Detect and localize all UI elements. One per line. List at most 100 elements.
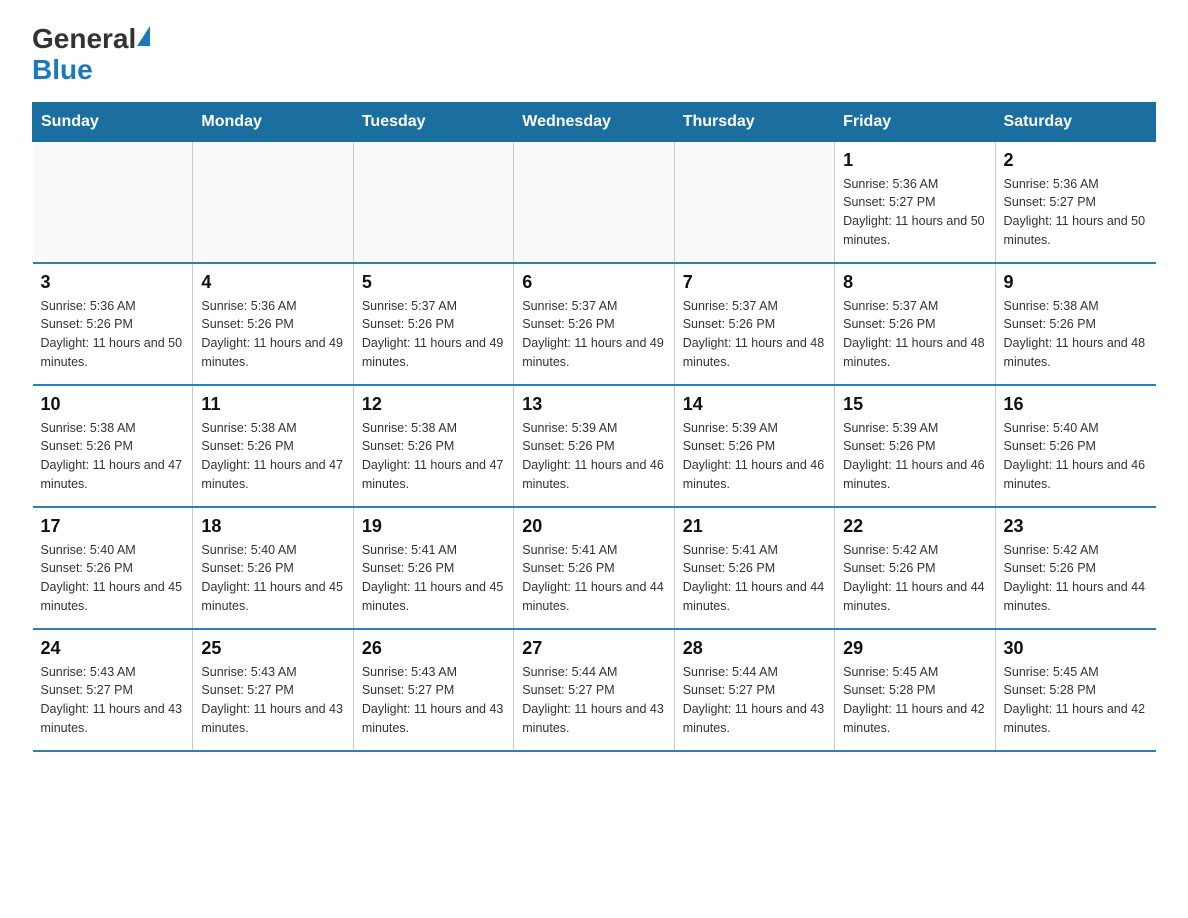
calendar-day-cell: 17 Sunrise: 5:40 AMSunset: 5:26 PMDayligh… [33,507,193,629]
calendar-day-cell: 16 Sunrise: 5:40 AMSunset: 5:26 PMDayligh… [995,385,1155,507]
calendar-day-cell: 19 Sunrise: 5:41 AMSunset: 5:26 PMDayligh… [353,507,513,629]
logo-triangle-icon [137,26,150,46]
day-info: Sunrise: 5:43 AMSunset: 5:27 PMDaylight:… [41,663,185,738]
day-info: Sunrise: 5:39 AMSunset: 5:26 PMDaylight:… [843,419,986,494]
calendar-day-cell: 14 Sunrise: 5:39 AMSunset: 5:26 PMDayligh… [674,385,834,507]
day-number: 22 [843,516,986,537]
day-info: Sunrise: 5:37 AMSunset: 5:26 PMDaylight:… [522,297,665,372]
calendar-day-cell [33,141,193,263]
day-info: Sunrise: 5:39 AMSunset: 5:26 PMDaylight:… [683,419,826,494]
calendar-day-cell: 28 Sunrise: 5:44 AMSunset: 5:27 PMDayligh… [674,629,834,751]
calendar-column-header: Friday [835,102,995,141]
day-info: Sunrise: 5:41 AMSunset: 5:26 PMDaylight:… [522,541,665,616]
calendar-day-cell: 15 Sunrise: 5:39 AMSunset: 5:26 PMDayligh… [835,385,995,507]
day-number: 8 [843,272,986,293]
day-number: 11 [201,394,344,415]
day-number: 25 [201,638,344,659]
calendar-day-cell: 13 Sunrise: 5:39 AMSunset: 5:26 PMDayligh… [514,385,674,507]
day-info: Sunrise: 5:40 AMSunset: 5:26 PMDaylight:… [41,541,185,616]
calendar-body: 1 Sunrise: 5:36 AMSunset: 5:27 PMDaylight… [33,141,1156,751]
calendar-day-cell [674,141,834,263]
day-info: Sunrise: 5:36 AMSunset: 5:27 PMDaylight:… [1004,175,1148,250]
calendar-day-cell: 18 Sunrise: 5:40 AMSunset: 5:26 PMDayligh… [193,507,353,629]
day-info: Sunrise: 5:42 AMSunset: 5:26 PMDaylight:… [1004,541,1148,616]
calendar-day-cell [193,141,353,263]
calendar-day-cell [514,141,674,263]
calendar-week-row: 3 Sunrise: 5:36 AMSunset: 5:26 PMDaylight… [33,263,1156,385]
calendar-day-cell: 12 Sunrise: 5:38 AMSunset: 5:26 PMDayligh… [353,385,513,507]
calendar-column-header: Monday [193,102,353,141]
day-number: 10 [41,394,185,415]
day-info: Sunrise: 5:38 AMSunset: 5:26 PMDaylight:… [201,419,344,494]
calendar-day-cell: 9 Sunrise: 5:38 AMSunset: 5:26 PMDaylight… [995,263,1155,385]
day-number: 26 [362,638,505,659]
day-number: 5 [362,272,505,293]
day-number: 7 [683,272,826,293]
calendar-day-cell: 25 Sunrise: 5:43 AMSunset: 5:27 PMDayligh… [193,629,353,751]
calendar-day-cell: 5 Sunrise: 5:37 AMSunset: 5:26 PMDaylight… [353,263,513,385]
calendar-table: SundayMondayTuesdayWednesdayThursdayFrid… [32,102,1156,752]
calendar-column-header: Thursday [674,102,834,141]
calendar-day-cell: 26Sunrise: 5:43 AMSunset: 5:27 PMDayligh… [353,629,513,751]
calendar-column-header: Wednesday [514,102,674,141]
day-info: Sunrise: 5:37 AMSunset: 5:26 PMDaylight:… [683,297,826,372]
day-info: Sunrise: 5:42 AMSunset: 5:26 PMDaylight:… [843,541,986,616]
calendar-day-cell: 22 Sunrise: 5:42 AMSunset: 5:26 PMDayligh… [835,507,995,629]
calendar-column-header: Tuesday [353,102,513,141]
calendar-day-cell: 3 Sunrise: 5:36 AMSunset: 5:26 PMDaylight… [33,263,193,385]
day-info: Sunrise: 5:36 AMSunset: 5:26 PMDaylight:… [41,297,185,372]
day-info: Sunrise: 5:41 AMSunset: 5:26 PMDaylight:… [362,541,505,616]
day-number: 2 [1004,150,1148,171]
day-info: Sunrise: 5:38 AMSunset: 5:26 PMDaylight:… [362,419,505,494]
day-number: 19 [362,516,505,537]
calendar-day-cell: 23 Sunrise: 5:42 AMSunset: 5:26 PMDayligh… [995,507,1155,629]
calendar-week-row: 1 Sunrise: 5:36 AMSunset: 5:27 PMDaylight… [33,141,1156,263]
calendar-day-cell [353,141,513,263]
day-number: 23 [1004,516,1148,537]
day-number: 6 [522,272,665,293]
calendar-day-cell: 6 Sunrise: 5:37 AMSunset: 5:26 PMDaylight… [514,263,674,385]
day-number: 16 [1004,394,1148,415]
day-number: 12 [362,394,505,415]
calendar-week-row: 17 Sunrise: 5:40 AMSunset: 5:26 PMDayligh… [33,507,1156,629]
day-number: 14 [683,394,826,415]
day-info: Sunrise: 5:40 AMSunset: 5:26 PMDaylight:… [201,541,344,616]
day-info: Sunrise: 5:44 AMSunset: 5:27 PMDaylight:… [522,663,665,738]
day-number: 3 [41,272,185,293]
day-number: 4 [201,272,344,293]
day-number: 27 [522,638,665,659]
calendar-day-cell: 4Sunrise: 5:36 AMSunset: 5:26 PMDaylight… [193,263,353,385]
day-info: Sunrise: 5:43 AMSunset: 5:27 PMDaylight:… [201,663,344,738]
page-header: General Blue [32,24,1156,86]
calendar-week-row: 24 Sunrise: 5:43 AMSunset: 5:27 PMDayligh… [33,629,1156,751]
day-number: 1 [843,150,986,171]
calendar-day-cell: 7 Sunrise: 5:37 AMSunset: 5:26 PMDaylight… [674,263,834,385]
day-number: 20 [522,516,665,537]
calendar-day-cell: 10Sunrise: 5:38 AMSunset: 5:26 PMDayligh… [33,385,193,507]
day-number: 9 [1004,272,1148,293]
calendar-day-cell: 11 Sunrise: 5:38 AMSunset: 5:26 PMDayligh… [193,385,353,507]
day-number: 13 [522,394,665,415]
day-info: Sunrise: 5:39 AMSunset: 5:26 PMDaylight:… [522,419,665,494]
day-info: Sunrise: 5:36 AMSunset: 5:27 PMDaylight:… [843,175,986,250]
day-number: 18 [201,516,344,537]
day-number: 15 [843,394,986,415]
calendar-day-cell: 27 Sunrise: 5:44 AMSunset: 5:27 PMDayligh… [514,629,674,751]
calendar-column-header: Saturday [995,102,1155,141]
day-number: 17 [41,516,185,537]
day-info: Sunrise: 5:37 AMSunset: 5:26 PMDaylight:… [362,297,505,372]
calendar-column-header: Sunday [33,102,193,141]
logo-blue-text: Blue [32,54,93,85]
logo: General Blue [32,24,150,86]
day-number: 24 [41,638,185,659]
day-info: Sunrise: 5:37 AMSunset: 5:26 PMDaylight:… [843,297,986,372]
calendar-header: SundayMondayTuesdayWednesdayThursdayFrid… [33,102,1156,141]
day-info: Sunrise: 5:45 AMSunset: 5:28 PMDaylight:… [1004,663,1148,738]
calendar-day-cell: 1 Sunrise: 5:36 AMSunset: 5:27 PMDaylight… [835,141,995,263]
day-info: Sunrise: 5:40 AMSunset: 5:26 PMDaylight:… [1004,419,1148,494]
day-info: Sunrise: 5:41 AMSunset: 5:26 PMDaylight:… [683,541,826,616]
day-number: 28 [683,638,826,659]
day-info: Sunrise: 5:44 AMSunset: 5:27 PMDaylight:… [683,663,826,738]
calendar-day-cell: 24 Sunrise: 5:43 AMSunset: 5:27 PMDayligh… [33,629,193,751]
day-info: Sunrise: 5:38 AMSunset: 5:26 PMDaylight:… [1004,297,1148,372]
